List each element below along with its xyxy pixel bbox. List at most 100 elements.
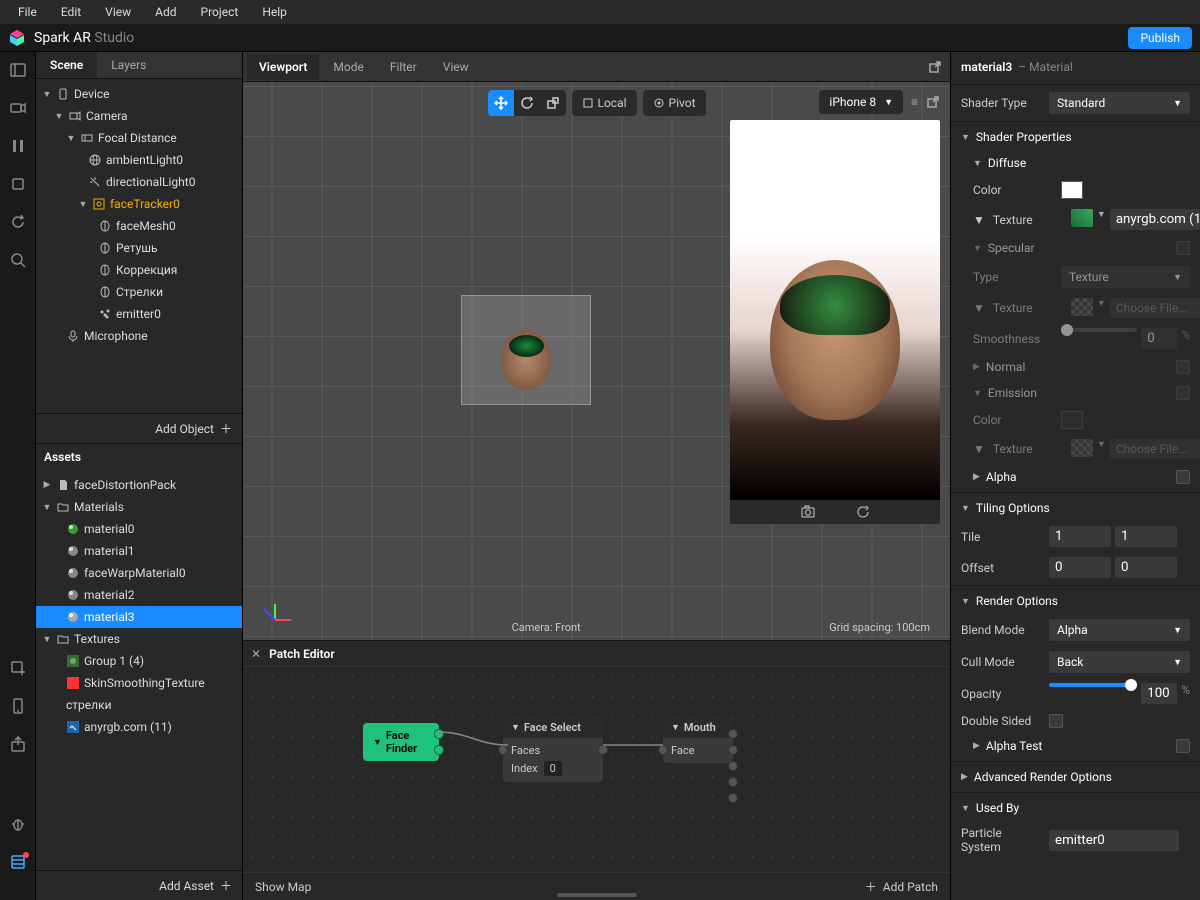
patch-node-face-finder[interactable]: ▼Face Finder xyxy=(363,723,439,761)
asset-material3[interactable]: material3 xyxy=(36,606,242,628)
smoothness-slider[interactable] xyxy=(1061,328,1137,332)
patch-canvas[interactable]: ▼Face Finder ▼Face Select Faces Index0 ▼… xyxy=(243,667,950,872)
emission-texture-field[interactable]: Choose File... xyxy=(1110,439,1200,459)
tree-emitter[interactable]: emitter0 xyxy=(36,303,242,325)
local-toggle-button[interactable]: Local xyxy=(571,90,636,116)
move-tool-button[interactable] xyxy=(487,90,513,116)
section-used-by[interactable]: ▼Used By xyxy=(951,795,1200,821)
specular-type-select[interactable]: Texture▼ xyxy=(1061,266,1190,288)
asset-anyrgb[interactable]: anyrgb.com (11) xyxy=(36,716,242,738)
section-normal[interactable]: ▶Normal xyxy=(951,354,1200,380)
rail-bug-icon[interactable] xyxy=(10,816,26,832)
opacity-slider[interactable] xyxy=(1049,683,1137,687)
tab-mode[interactable]: Mode xyxy=(321,54,375,80)
asset-skin-smoothing[interactable]: SkinSmoothingTexture xyxy=(36,672,242,694)
rail-layout-icon[interactable] xyxy=(10,62,26,78)
preview-popout-icon[interactable] xyxy=(926,95,940,109)
tree-ambient-light[interactable]: ambientLight0 xyxy=(36,149,242,171)
shader-type-select[interactable]: Standard▼ xyxy=(1049,92,1190,114)
tile-y-input[interactable] xyxy=(1115,526,1177,547)
section-advanced-render[interactable]: ▶Advanced Render Options xyxy=(951,764,1200,790)
add-patch-button[interactable]: ＋Add Patch xyxy=(865,878,938,895)
publish-button[interactable]: Publish xyxy=(1128,27,1192,49)
device-select[interactable]: iPhone 8▼ xyxy=(819,90,903,114)
menu-add[interactable]: Add xyxy=(145,3,186,21)
menu-project[interactable]: Project xyxy=(191,3,249,21)
double-sided-checkbox[interactable] xyxy=(1049,714,1063,728)
alpha-checkbox[interactable] xyxy=(1176,470,1190,484)
section-render[interactable]: ▼Render Options xyxy=(951,588,1200,614)
offset-y-input[interactable] xyxy=(1115,557,1177,578)
emission-texture-swatch[interactable] xyxy=(1071,439,1093,457)
normal-checkbox[interactable] xyxy=(1176,360,1190,374)
menu-edit[interactable]: Edit xyxy=(51,3,91,21)
section-shader-properties[interactable]: ▼Shader Properties xyxy=(951,124,1200,150)
rail-device-icon[interactable] xyxy=(10,698,26,714)
emission-color-swatch[interactable] xyxy=(1061,411,1083,429)
tab-scene[interactable]: Scene xyxy=(36,52,97,78)
rail-video-icon[interactable] xyxy=(10,100,26,116)
alpha-test-checkbox[interactable] xyxy=(1176,739,1190,753)
viewport-3d[interactable]: Local Pivot iPhone 8▼ ≡ xyxy=(243,82,950,640)
tab-filter[interactable]: Filter xyxy=(378,54,429,80)
patch-node-face-select[interactable]: ▼Face Select Faces Index0 xyxy=(503,717,603,782)
tab-view[interactable]: View xyxy=(431,54,481,80)
section-alpha-test[interactable]: ▶Alpha Test xyxy=(951,733,1200,759)
diffuse-color-swatch[interactable] xyxy=(1061,181,1083,199)
texture-swatch[interactable] xyxy=(1071,209,1093,227)
tree-camera[interactable]: ▼Camera xyxy=(36,105,242,127)
scene-object-preview[interactable] xyxy=(461,295,591,405)
rail-refresh-icon[interactable] xyxy=(10,214,26,230)
specular-texture-swatch[interactable] xyxy=(1071,298,1093,316)
menu-help[interactable]: Help xyxy=(252,3,297,21)
rail-stop-icon[interactable] xyxy=(10,176,26,192)
close-patch-button[interactable]: ✕ xyxy=(251,647,261,661)
particle-system-field[interactable] xyxy=(1049,830,1179,851)
tree-microphone[interactable]: Microphone xyxy=(36,325,242,347)
specular-texture-field[interactable]: Choose File... xyxy=(1110,298,1200,318)
popout-icon[interactable] xyxy=(924,56,946,78)
rotate-tool-button[interactable] xyxy=(513,90,539,116)
section-emission[interactable]: ▼Emission xyxy=(951,380,1200,406)
asset-facedistortion[interactable]: ▶faceDistortionPack xyxy=(36,474,242,496)
emission-checkbox[interactable] xyxy=(1176,386,1190,400)
offset-x-input[interactable] xyxy=(1049,557,1111,578)
show-map-button[interactable]: Show Map xyxy=(255,880,311,894)
reset-icon[interactable] xyxy=(856,505,870,519)
section-specular[interactable]: ▼Specular xyxy=(951,235,1200,261)
tree-correction[interactable]: Коррекция xyxy=(36,259,242,281)
smoothness-input[interactable] xyxy=(1141,328,1177,349)
patch-node-mouth[interactable]: ▼Mouth Face xyxy=(663,717,733,763)
asset-material2[interactable]: material2 xyxy=(36,584,242,606)
rail-library-icon[interactable] xyxy=(10,854,26,870)
tree-face-mesh[interactable]: faceMesh0 xyxy=(36,215,242,237)
rail-pause-icon[interactable] xyxy=(10,138,26,154)
tree-arrows[interactable]: Стрелки xyxy=(36,281,242,303)
section-tiling[interactable]: ▼Tiling Options xyxy=(951,495,1200,521)
tree-face-tracker[interactable]: ▼faceTracker0 xyxy=(36,193,242,215)
tree-retouch[interactable]: Ретушь xyxy=(36,237,242,259)
resize-handle[interactable] xyxy=(557,893,637,897)
asset-material1[interactable]: material1 xyxy=(36,540,242,562)
preview-menu-icon[interactable]: ≡ xyxy=(911,95,918,109)
section-alpha[interactable]: ▶Alpha xyxy=(951,464,1200,490)
diffuse-texture-field[interactable] xyxy=(1110,209,1200,230)
capture-icon[interactable] xyxy=(800,505,816,519)
rail-add-icon[interactable] xyxy=(10,660,26,676)
tile-x-input[interactable] xyxy=(1049,526,1111,547)
pivot-toggle-button[interactable]: Pivot xyxy=(643,90,706,116)
section-diffuse[interactable]: ▼Diffuse xyxy=(951,150,1200,176)
asset-material0[interactable]: material0 xyxy=(36,518,242,540)
add-asset-button[interactable]: Add Asset＋ xyxy=(36,870,242,900)
tab-layers[interactable]: Layers xyxy=(97,52,160,78)
asset-textures-folder[interactable]: ▼Textures xyxy=(36,628,242,650)
add-object-button[interactable]: Add Object＋ xyxy=(36,413,242,443)
rail-search-icon[interactable] xyxy=(10,252,26,268)
tab-viewport[interactable]: Viewport xyxy=(247,54,319,80)
cull-mode-select[interactable]: Back▼ xyxy=(1049,651,1190,673)
asset-group1[interactable]: Group 1 (4) xyxy=(36,650,242,672)
asset-arrows-texture[interactable]: стрелки xyxy=(36,694,242,716)
scale-tool-button[interactable] xyxy=(539,90,565,116)
asset-facewarp-material[interactable]: faceWarpMaterial0 xyxy=(36,562,242,584)
axis-gizmo[interactable] xyxy=(259,590,289,620)
